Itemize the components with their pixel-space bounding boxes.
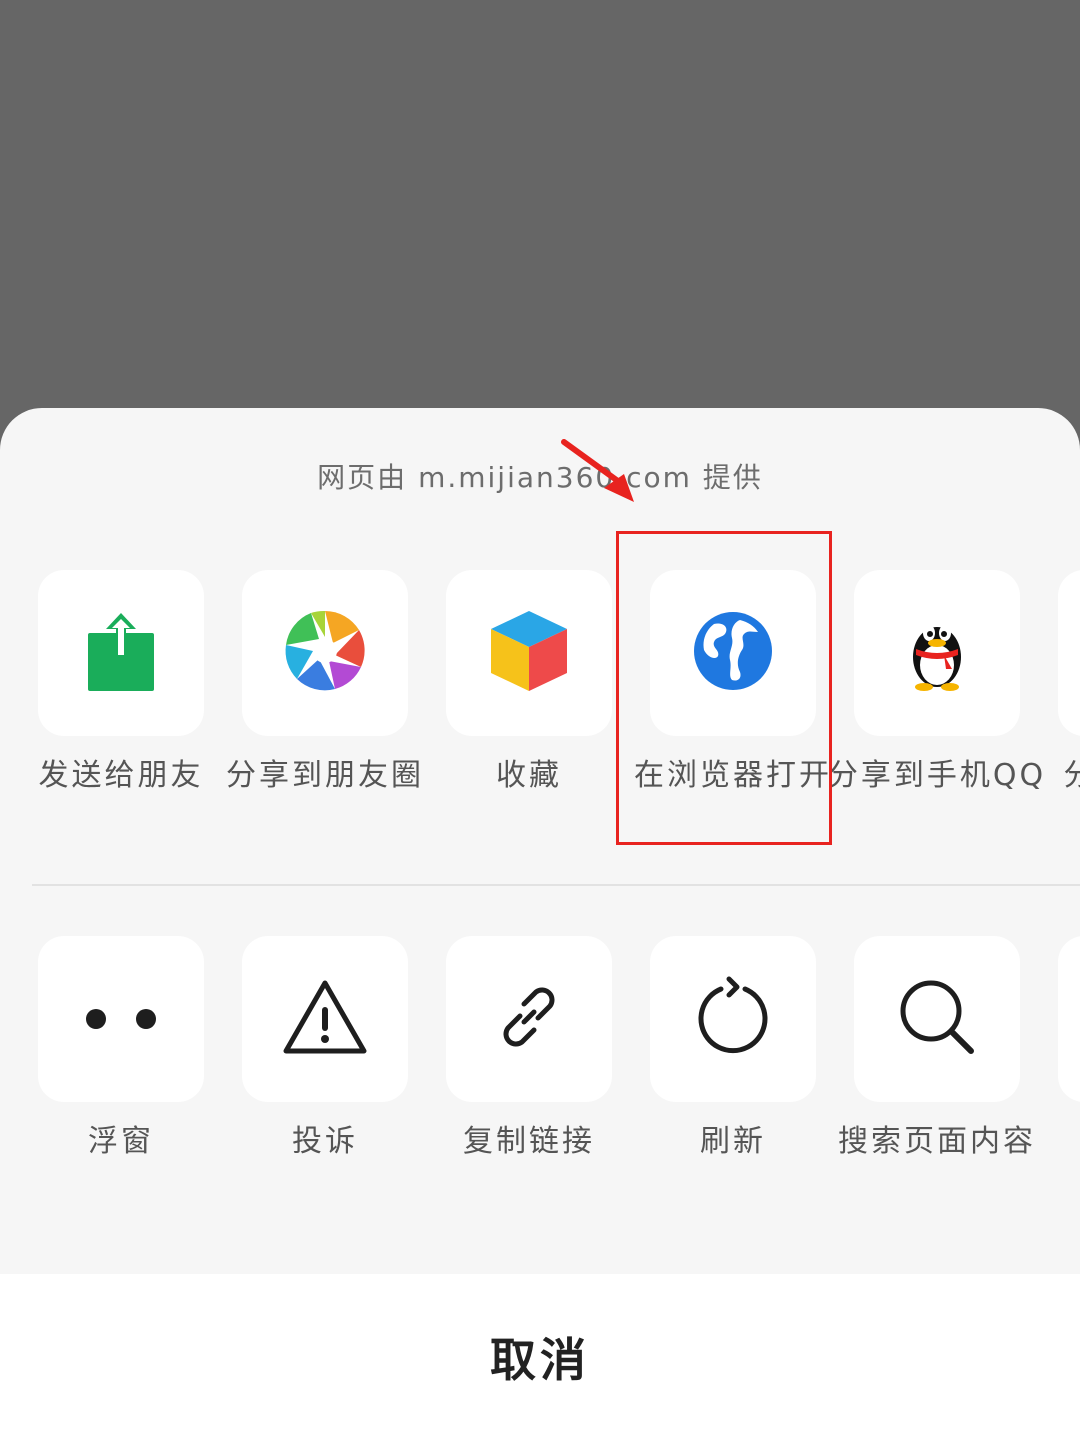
tile[interactable] <box>38 936 204 1102</box>
cancel-label: 取消 <box>490 1333 590 1387</box>
share-up-icon <box>86 609 156 697</box>
tile[interactable] <box>854 936 1020 1102</box>
refresh-icon <box>693 975 773 1063</box>
moments-aperture-icon <box>283 609 367 697</box>
tile[interactable] <box>1058 570 1080 736</box>
tile[interactable] <box>38 570 204 736</box>
highlight-box <box>616 531 832 845</box>
dots-icon <box>86 1009 156 1029</box>
cancel-button[interactable]: 取消 <box>0 1274 1080 1440</box>
tile[interactable] <box>1058 936 1080 1102</box>
tile[interactable] <box>446 570 612 736</box>
item-label: 分 <box>1020 756 1080 796</box>
tile[interactable] <box>650 936 816 1102</box>
red-arrow-icon <box>560 438 644 514</box>
favorite-cube-icon <box>489 609 569 697</box>
link-icon <box>490 978 568 1060</box>
search-icon <box>897 977 977 1061</box>
tile[interactable] <box>242 936 408 1102</box>
tile[interactable] <box>446 936 612 1102</box>
warning-icon <box>282 979 368 1059</box>
item-label: 搜索页面内容 <box>838 1124 1036 1159</box>
share-row: 发送给朋友 分享到朋友圈 收藏 在浏览器打开 分享到手机QQ <box>0 570 1080 870</box>
qq-penguin-icon <box>904 611 970 695</box>
provider-text: 网页由 m.mijian360.com 提供 <box>317 461 763 494</box>
share-sheet: 网页由 m.mijian360.com 提供 发送给朋友 分享到朋友圈 收藏 在… <box>0 408 1080 1440</box>
tile[interactable] <box>242 570 408 736</box>
action-row: 浮窗 投诉 复制链接 刷新 搜索页面内容 <box>0 936 1080 1236</box>
tile[interactable] <box>854 570 1020 736</box>
divider <box>32 884 1080 886</box>
